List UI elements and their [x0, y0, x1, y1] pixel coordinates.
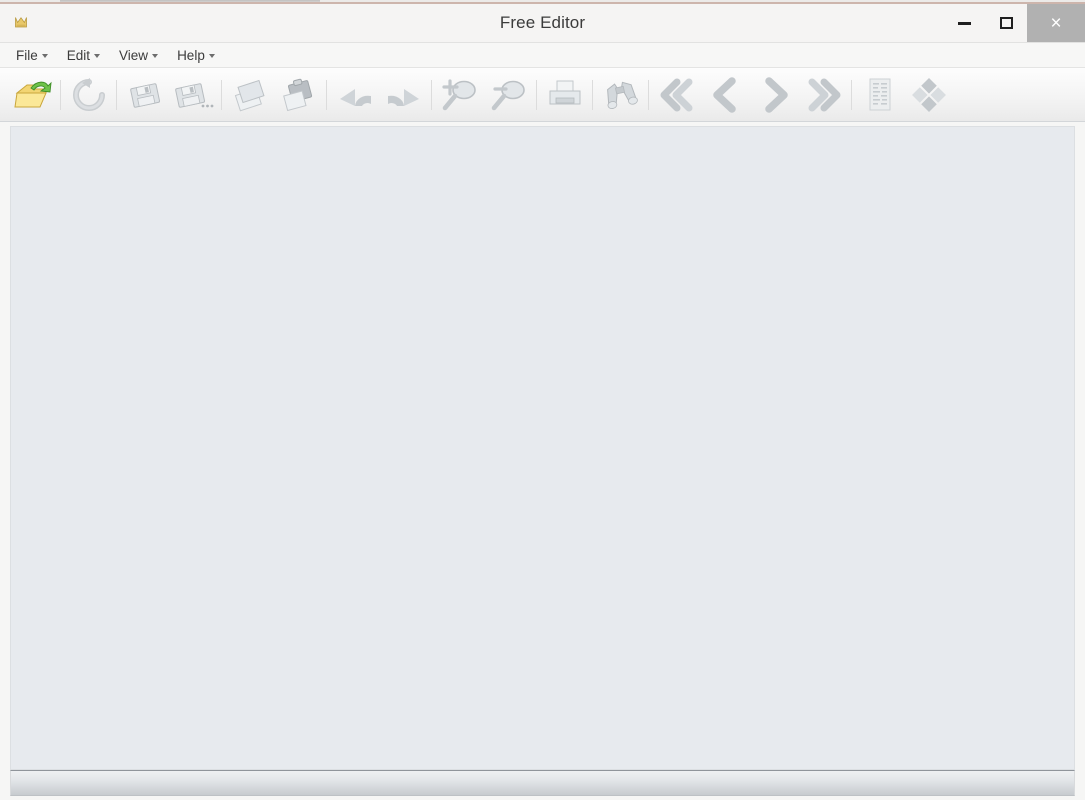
redo-icon	[387, 88, 419, 106]
zoom-in-icon	[441, 78, 476, 110]
close-button[interactable]: ×	[1027, 4, 1085, 42]
menu-item-view-label: View	[119, 47, 149, 63]
menu-item-edit[interactable]: Edit	[65, 46, 108, 65]
paste-icon	[282, 78, 312, 111]
status-bar-container	[0, 770, 1085, 800]
chevron-down-icon	[94, 54, 101, 58]
menu-item-file[interactable]: File	[14, 46, 56, 65]
save-button[interactable]	[120, 72, 169, 118]
toolbar-separator	[648, 79, 649, 110]
toolbar-separator	[326, 79, 327, 110]
copy-button[interactable]	[225, 72, 274, 118]
last-page-icon	[808, 78, 840, 111]
toolbar-separator	[536, 79, 537, 110]
zoom-out-icon	[491, 80, 525, 110]
rotate-diamond-icon	[911, 77, 946, 112]
menu-item-view[interactable]: View	[117, 46, 166, 65]
next-page-icon	[764, 76, 788, 113]
close-icon: ×	[1050, 12, 1062, 34]
window-controls: ×	[943, 4, 1085, 42]
print-icon	[549, 80, 580, 104]
toolbar-separator	[851, 79, 852, 110]
maximize-button[interactable]	[985, 4, 1027, 42]
paste-button[interactable]	[274, 72, 323, 118]
menu-item-help-label: Help	[177, 47, 205, 63]
toolbar-separator	[116, 79, 117, 110]
previous-page-button[interactable]	[701, 72, 750, 118]
title-bar: Free Editor ×	[0, 4, 1085, 42]
crown-icon	[12, 13, 30, 31]
maximize-icon	[999, 17, 1013, 29]
last-page-button[interactable]	[799, 72, 848, 118]
undo-icon	[339, 88, 371, 106]
print-button[interactable]	[540, 72, 589, 118]
zoom-in-button[interactable]	[435, 72, 484, 118]
copy-icon	[234, 79, 265, 111]
toolbar-separator	[60, 79, 61, 110]
application-window: Free Editor × File Edit View Help	[0, 2, 1085, 800]
save-icon	[129, 82, 160, 108]
reload-button[interactable]	[64, 72, 113, 118]
toolbar-separator	[592, 79, 593, 110]
undo-button[interactable]	[330, 72, 379, 118]
open-button[interactable]	[8, 72, 57, 118]
text-page-icon	[869, 78, 890, 110]
binoculars-find-icon	[606, 81, 638, 109]
next-page-button[interactable]	[750, 72, 799, 118]
menu-bar: File Edit View Help	[0, 42, 1085, 68]
menu-item-edit-label: Edit	[66, 47, 91, 63]
reload-icon	[72, 77, 105, 111]
menu-item-help[interactable]: Help	[175, 46, 223, 65]
text-view-button[interactable]	[855, 72, 904, 118]
save-as-button[interactable]	[169, 72, 218, 118]
first-page-icon	[660, 78, 692, 111]
first-page-button[interactable]	[652, 72, 701, 118]
redo-button[interactable]	[379, 72, 428, 118]
previous-page-icon	[712, 76, 736, 113]
document-canvas[interactable]	[10, 126, 1075, 770]
rotate-button[interactable]	[904, 72, 953, 118]
chevron-down-icon	[152, 54, 159, 58]
chevron-down-icon	[41, 54, 48, 58]
minimize-icon	[957, 21, 971, 25]
zoom-out-button[interactable]	[484, 72, 533, 118]
window-title: Free Editor	[499, 13, 586, 32]
open-folder-icon	[13, 81, 52, 107]
toolbar-separator	[221, 79, 222, 110]
menu-item-file-label: File	[16, 47, 38, 63]
status-bar	[10, 770, 1075, 796]
canvas-container	[0, 122, 1085, 770]
toolbar-separator	[431, 79, 432, 110]
find-button[interactable]	[596, 72, 645, 118]
minimize-button[interactable]	[943, 4, 985, 42]
save-as-icon	[174, 82, 213, 108]
chevron-down-icon	[208, 54, 215, 58]
toolbar	[0, 68, 1085, 122]
